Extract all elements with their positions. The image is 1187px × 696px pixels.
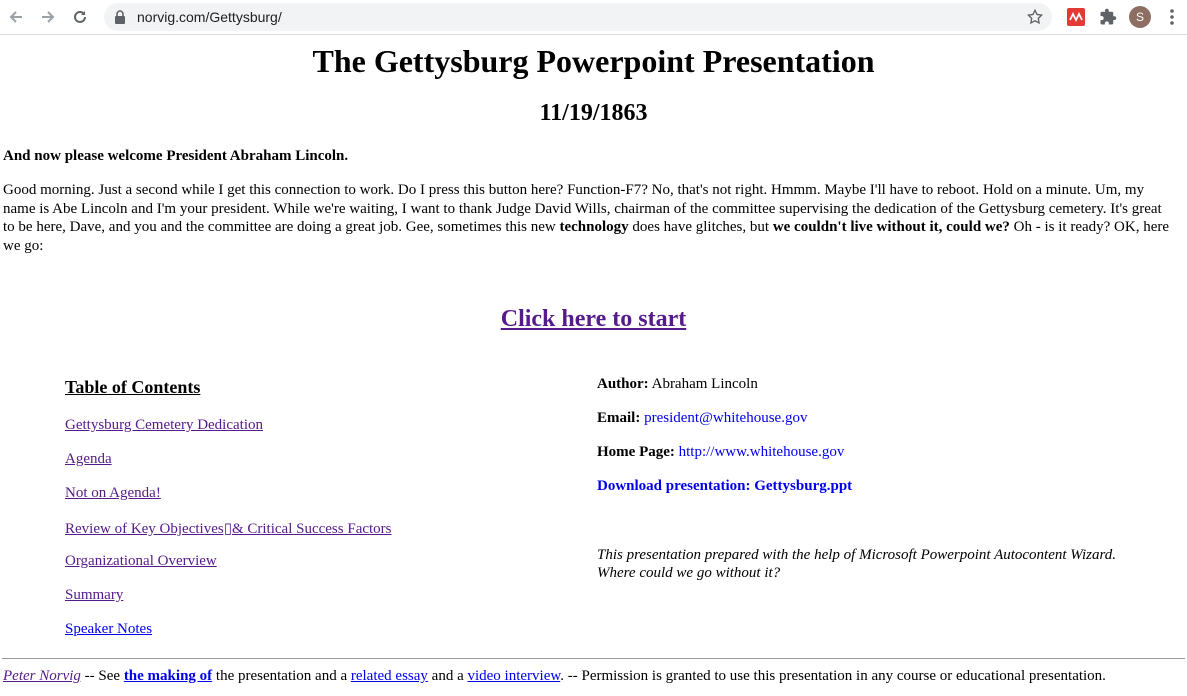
start-link[interactable]: Click here to start [501, 306, 687, 332]
speech-bold-2: we couldn't live without it, could we? [772, 219, 1010, 235]
email-label: Email: [597, 410, 641, 426]
homepage-label: Home Page: [597, 444, 675, 460]
speech-text-2: does have glitches, but [628, 219, 773, 235]
author-line: Author: Abraham Lincoln [597, 376, 758, 393]
footer: Peter Norvig -- See the making of the pr… [3, 668, 1106, 685]
toc-item-speaker-notes[interactable]: Speaker Notes [65, 621, 152, 638]
author-name: Abraham Lincoln [651, 376, 758, 392]
lock-icon [114, 10, 126, 29]
email-line: Email: president@whitehouse.gov [597, 410, 807, 427]
speech-paragraph: Good morning. Just a second while I get … [3, 181, 1175, 255]
url-text: norvig.com/Gettysburg/ [137, 9, 282, 25]
speech-bold-1: technology [559, 219, 629, 235]
footer-text-3: and a [427, 668, 468, 684]
homepage-link[interactable]: http://www.whitehouse.gov [679, 444, 845, 460]
footer-author-link[interactable]: Peter Norvig [3, 668, 81, 684]
footer-text-4: . -- Permission is granted to use this p… [560, 668, 1106, 684]
autocontent-note: This presentation prepared with the help… [597, 547, 1117, 581]
address-bar[interactable]: norvig.com/Gettysburg/ [104, 3, 1052, 31]
browser-toolbar: norvig.com/Gettysburg/ S [0, 0, 1187, 35]
email-link[interactable]: president@whitehouse.gov [644, 410, 807, 426]
forward-icon[interactable] [36, 5, 60, 29]
download-link[interactable]: Download presentation: Gettysburg.ppt [597, 478, 852, 494]
toc-item-cemetery-dedication[interactable]: Gettysburg Cemetery Dedication [65, 417, 263, 434]
star-icon[interactable] [1026, 8, 1044, 31]
homepage-line: Home Page: http://www.whitehouse.gov [597, 444, 844, 461]
footer-making-link[interactable]: the making of [124, 668, 212, 684]
start-link-container: Click here to start [0, 306, 1187, 333]
toc-item-not-on-agenda[interactable]: Not on Agenda! [65, 485, 161, 502]
reload-icon[interactable] [68, 5, 92, 29]
toc-item-organizational-overview[interactable]: Organizational Overview [65, 553, 217, 570]
toc-item-summary[interactable]: Summary [65, 587, 123, 604]
toc-item-agenda[interactable]: Agenda [65, 451, 112, 468]
profile-avatar[interactable]: S [1129, 6, 1151, 28]
toc-heading: Table of Contents [65, 377, 201, 397]
page-date: 11/19/1863 [539, 100, 648, 126]
footer-essay-link[interactable]: related essay [351, 668, 428, 684]
author-label: Author: [597, 376, 649, 392]
footer-video-link[interactable]: video interview [467, 668, 560, 684]
footer-divider [2, 658, 1185, 659]
extension-red-icon[interactable] [1064, 5, 1088, 29]
menu-dots-icon[interactable] [1160, 5, 1184, 29]
puzzle-icon[interactable] [1096, 5, 1120, 29]
page-title: The Gettysburg Powerpoint Presentation [312, 43, 875, 79]
download-line: Download presentation: Gettysburg.ppt [597, 478, 852, 495]
footer-text-1: -- See [80, 668, 124, 684]
back-icon[interactable] [4, 5, 28, 29]
toc-item-key-objectives[interactable]: Review of Key Objectives▯& Critical Succ… [65, 519, 392, 538]
footer-text-2: the presentation and a [212, 668, 351, 684]
welcome-text: And now please welcome President Abraham… [3, 148, 349, 164]
